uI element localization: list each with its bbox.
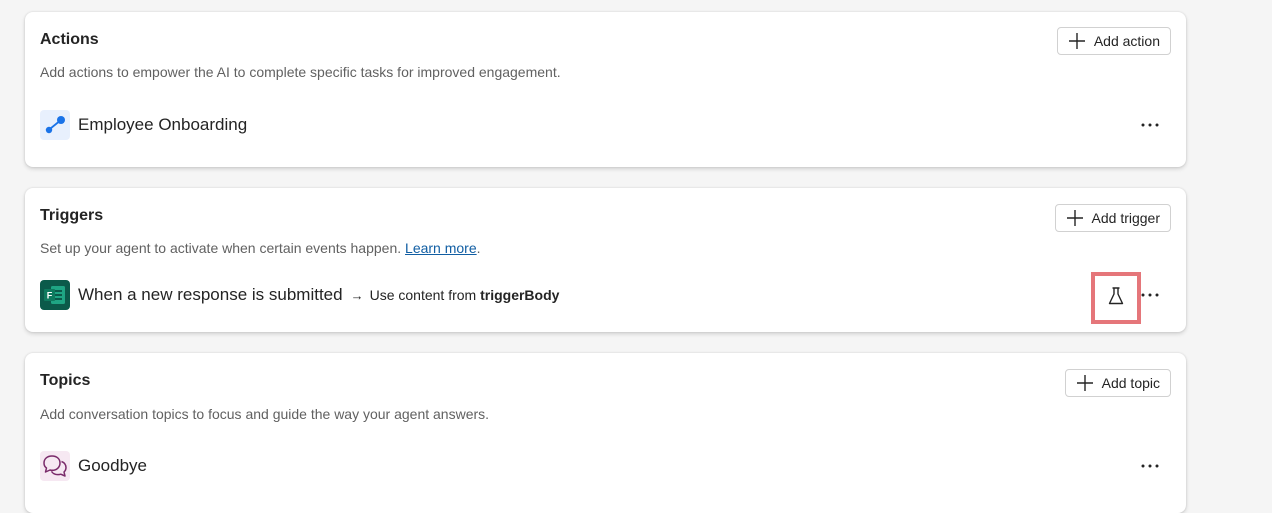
test-trigger-button[interactable]: [1091, 272, 1141, 324]
learn-more-link[interactable]: Learn more: [405, 240, 477, 256]
topic-item-goodbye[interactable]: Goodbye: [40, 451, 147, 481]
actions-title: Actions: [40, 31, 99, 48]
topics-title: Topics: [40, 372, 91, 389]
add-topic-label: Add topic: [1101, 375, 1160, 391]
triggers-description: Set up your agent to activate when certa…: [40, 240, 481, 256]
svg-text:F: F: [47, 291, 53, 301]
beaker-icon: [1107, 286, 1125, 311]
topics-description: Add conversation topics to focus and gui…: [40, 406, 490, 422]
plus-icon: [1068, 32, 1086, 50]
actions-description: Add actions to empower the AI to complet…: [40, 64, 561, 80]
topic-item-label: Goodbye: [78, 456, 147, 475]
triggers-description-text: Set up your agent to activate when certa…: [40, 240, 402, 256]
chat-bubbles-icon: [40, 451, 70, 481]
add-action-label: Add action: [1093, 33, 1160, 49]
trigger-item-new-response[interactable]: F When a new response is submitted → Use…: [40, 280, 559, 310]
action-item-label: Employee Onboarding: [78, 115, 248, 134]
actions-card: Actions Add action Add actions to empowe…: [25, 12, 1186, 167]
plus-icon: [1076, 374, 1094, 392]
more-options-icon[interactable]: [1138, 454, 1162, 478]
flow-icon: [40, 110, 70, 140]
add-topic-button[interactable]: Add topic: [1064, 369, 1171, 397]
use-content-value: triggerBody: [480, 287, 560, 303]
add-trigger-button[interactable]: Add trigger: [1054, 204, 1171, 232]
topics-card: Topics Add topic Add conversation topics…: [25, 353, 1186, 513]
action-item-employee-onboarding[interactable]: Employee Onboarding: [40, 110, 247, 140]
triggers-card: Triggers Add trigger Set up your agent t…: [25, 188, 1186, 332]
forms-icon: F: [40, 280, 70, 310]
more-options-icon[interactable]: [1138, 283, 1162, 307]
more-options-icon[interactable]: [1138, 113, 1162, 137]
plus-icon: [1066, 209, 1084, 227]
trigger-use-content: Use content from triggerBody: [370, 287, 560, 303]
trigger-item-label: When a new response is submitted: [78, 285, 343, 304]
use-content-prefix: Use content from: [369, 287, 477, 303]
triggers-title: Triggers: [40, 207, 104, 224]
add-trigger-label: Add trigger: [1091, 210, 1160, 226]
period-text: .: [476, 240, 481, 256]
add-action-button[interactable]: Add action: [1056, 27, 1171, 55]
arrow-right-icon: →: [350, 287, 364, 303]
